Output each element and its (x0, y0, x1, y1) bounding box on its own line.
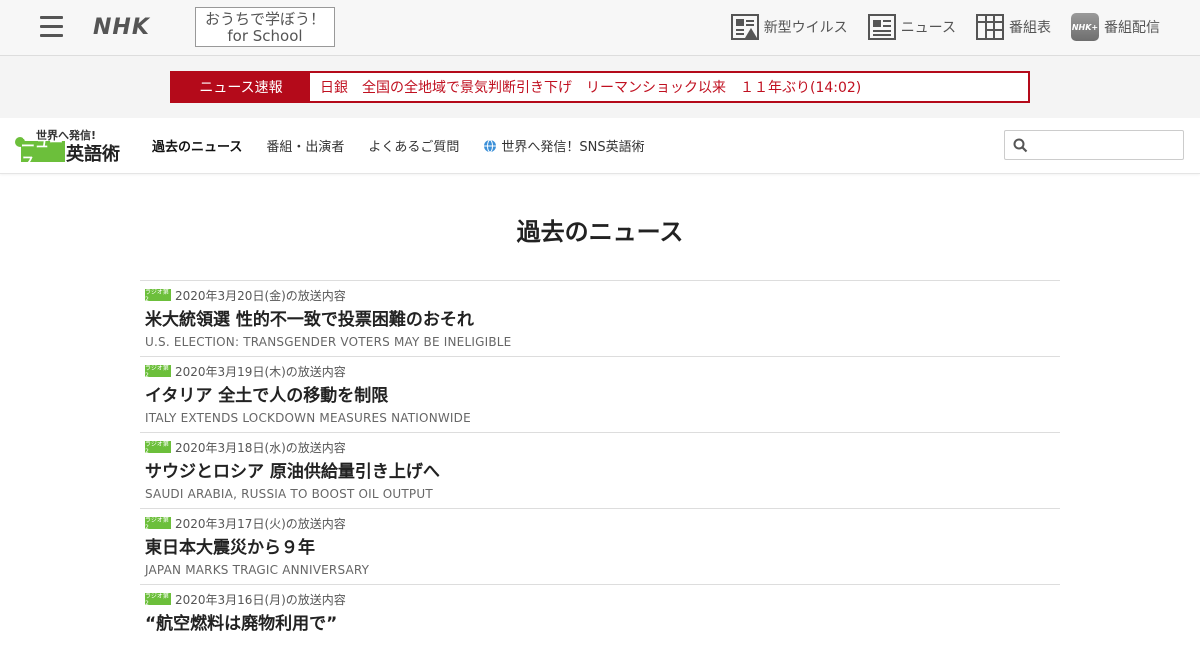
news-date: 2020年3月16日(月)の放送内容 (175, 592, 346, 607)
news-title-jp[interactable]: イタリア 全土で人の移動を制限 (145, 385, 1055, 407)
news-title-jp[interactable]: “航空燃料は廃物利用で” (145, 613, 1055, 635)
news-title-en: JAPAN MARKS TRAGIC ANNIVERSARY (145, 563, 370, 577)
news-title-jp[interactable]: 米大統領選 性的不一致で投票困難のおそれ (145, 309, 1055, 331)
program-nav-faq[interactable]: よくあるご質問 (368, 136, 459, 155)
radio-badge: ラジオ第2 (145, 289, 171, 303)
nav-virus[interactable]: 新型ウイルス (730, 13, 848, 41)
breaking-news-text[interactable]: 日銀 全国の全地域で景気判断引き下げ リーマンショック以来 １１年ぶり(14:0… (310, 73, 861, 101)
news-date: 2020年3月18日(水)の放送内容 (175, 440, 346, 455)
breaking-news-bar[interactable]: ニュース速報 日銀 全国の全地域で景気判断引き下げ リーマンショック以来 １１年… (170, 71, 1030, 103)
search-box (1004, 130, 1184, 160)
program-logo[interactable]: 世界へ発信! ニュース 英語術 (15, 127, 125, 171)
program-nav-past-news[interactable]: 過去のニュース (152, 136, 242, 155)
program-logo-news-box: ニュース (21, 134, 65, 171)
menu-icon[interactable] (40, 16, 63, 37)
news-meta: ラジオ第2 2020年3月16日(月)の放送内容 (145, 592, 1055, 607)
breaking-news-area: ニュース速報 日銀 全国の全地域で景気判断引き下げ リーマンショック以来 １１年… (0, 56, 1200, 118)
list-item[interactable]: ラジオ第2 2020年3月19日(木)の放送内容 イタリア 全土で人の移動を制限… (140, 356, 1060, 432)
for-school-line1: おうちで学ぼう！ (204, 10, 325, 28)
radio-badge: ラジオ第2 (145, 517, 171, 531)
news-title-jp[interactable]: 東日本大震災から９年 (145, 537, 1055, 559)
nav-virus-label: 新型ウイルス (763, 20, 848, 36)
global-nav: 新型ウイルス ニュース 番組表 NHK+ 番組配信 (711, 13, 1160, 41)
news-title-en: SAUDI ARABIA, RUSSIA TO BOOST OIL OUTPUT (145, 487, 433, 501)
list-item[interactable]: ラジオ第2 2020年3月16日(月)の放送内容 “航空燃料は廃物利用で” (140, 584, 1060, 660)
nav-tv-schedule[interactable]: 番組表 (976, 13, 1051, 41)
nhk-plus-icon: NHK+ (1071, 13, 1099, 41)
for-school-line2: for School (227, 27, 303, 45)
nav-news-label: ニュース (900, 20, 956, 36)
news-date: 2020年3月20日(金)の放送内容 (175, 288, 346, 303)
program-nav-sns-label: 世界へ発信！SNS英語術 (501, 140, 645, 155)
radio-badge: ラジオ第2 (145, 441, 171, 455)
news-title-jp[interactable]: サウジとロシア 原油供給量引き上げへ (145, 461, 1055, 483)
news-meta: ラジオ第2 2020年3月17日(火)の放送内容 (145, 516, 1055, 531)
newspaper-icon (867, 14, 896, 40)
news-list: ラジオ第2 2020年3月20日(金)の放送内容 米大統領選 性的不一致で投票困… (140, 280, 1060, 660)
nav-tv-schedule-label: 番組表 (1009, 20, 1051, 36)
radio-badge: ラジオ第2 (145, 365, 171, 379)
nav-streaming[interactable]: NHK+ 番組配信 (1071, 13, 1160, 41)
global-header: NHK おうちで学ぼう！ for School 新型ウイルス ニュース 番組表 … (0, 0, 1200, 56)
news-title-en: U.S. ELECTION: TRANSGENDER VOTERS MAY BE… (145, 335, 512, 349)
news-meta: ラジオ第2 2020年3月20日(金)の放送内容 (145, 288, 1055, 303)
news-meta: ラジオ第2 2020年3月19日(木)の放送内容 (145, 364, 1055, 379)
virus-news-icon (730, 14, 759, 40)
program-nav-sns[interactable]: 世界へ発信！SNS英語術 (483, 136, 645, 155)
news-title-en: ITALY EXTENDS LOCKDOWN MEASURES NATIONWI… (145, 411, 471, 425)
program-logo-title: 英語術 (66, 144, 120, 165)
list-item[interactable]: ラジオ第2 2020年3月17日(火)の放送内容 東日本大震災から９年 JAPA… (140, 508, 1060, 584)
nhk-logo[interactable]: NHK (93, 15, 150, 40)
program-header: 世界へ発信! ニュース 英語術 過去のニュース 番組・出演者 よくあるご質問 世… (0, 118, 1200, 174)
list-item[interactable]: ラジオ第2 2020年3月20日(金)の放送内容 米大統領選 性的不一致で投票困… (140, 280, 1060, 356)
program-nav: 過去のニュース 番組・出演者 よくあるご質問 世界へ発信！SNS英語術 (152, 118, 669, 173)
breaking-news-label: ニュース速報 (172, 73, 310, 101)
news-meta: ラジオ第2 2020年3月18日(水)の放送内容 (145, 440, 1055, 455)
search-input[interactable] (1035, 134, 1179, 158)
nav-streaming-label: 番組配信 (1104, 20, 1160, 36)
tv-grid-icon (976, 14, 1004, 40)
globe-icon (484, 139, 497, 152)
program-nav-cast[interactable]: 番組・出演者 (266, 136, 344, 155)
search-icon[interactable] (1013, 138, 1028, 153)
for-school-banner[interactable]: おうちで学ぼう！ for School (195, 7, 335, 47)
radio-badge: ラジオ第2 (145, 593, 171, 607)
list-item[interactable]: ラジオ第2 2020年3月18日(水)の放送内容 サウジとロシア 原油供給量引き… (140, 432, 1060, 508)
news-date: 2020年3月19日(木)の放送内容 (175, 364, 346, 379)
page-title: 過去のニュース (516, 218, 684, 246)
nav-news[interactable]: ニュース (867, 13, 956, 41)
news-date: 2020年3月17日(火)の放送内容 (175, 516, 346, 531)
